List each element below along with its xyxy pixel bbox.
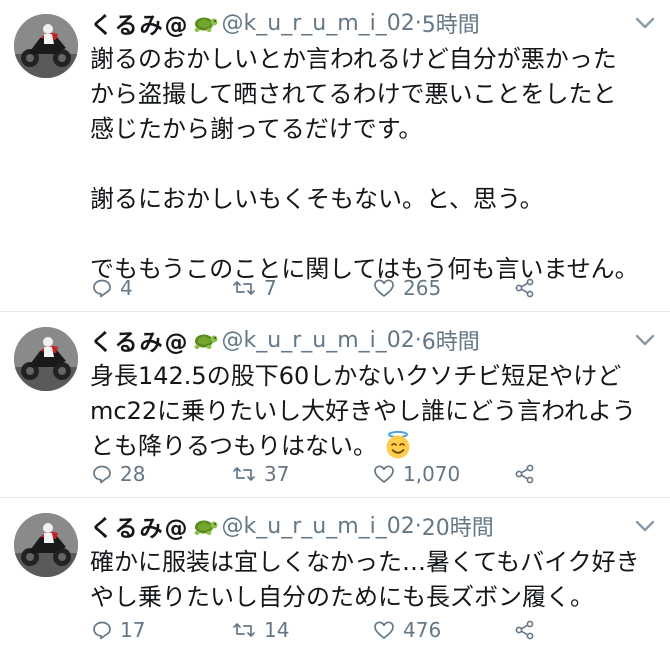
- reply-button[interactable]: 4: [92, 273, 133, 303]
- like-count: 1,070: [403, 462, 461, 486]
- retweet-count: 37: [264, 462, 290, 486]
- like-button[interactable]: 1,070: [373, 459, 460, 489]
- tweet-header: くるみ@ @k_u_r_u_m_i_02 · 5時間: [90, 6, 480, 40]
- tweet-header: くるみ@ @k_u_r_u_m_i_02 · 6時間: [90, 323, 480, 357]
- chevron-down-icon[interactable]: [634, 519, 656, 533]
- heart-icon: [374, 465, 394, 483]
- reply-button[interactable]: 17: [92, 615, 145, 645]
- display-name[interactable]: くるみ@: [90, 323, 190, 357]
- tweet-actions: 17 14 476: [90, 615, 650, 645]
- timestamp[interactable]: 5時間: [422, 7, 480, 39]
- separator-dot: ·: [414, 513, 422, 539]
- retweet-count: 14: [264, 618, 290, 642]
- avatar[interactable]: [14, 14, 78, 78]
- avatar[interactable]: [14, 327, 78, 391]
- reply-icon: [93, 465, 111, 484]
- user-handle[interactable]: @k_u_r_u_m_i_02: [222, 514, 415, 539]
- tweet-line: 確かに服装は宜しくなかった…暑くてもバイク好き: [90, 548, 640, 576]
- chevron-down-icon[interactable]: [634, 333, 656, 347]
- reply-button[interactable]: 28: [92, 459, 145, 489]
- tweet-line: mc22に乗りたいし大好きやし誰にどう言われよう: [90, 397, 636, 425]
- like-button[interactable]: 265: [373, 273, 441, 303]
- tweet-line: [90, 147, 660, 182]
- tweet-line: から盗撮して晒されてるわけで悪いことをしたと: [90, 80, 617, 108]
- retweet-icon: [233, 623, 255, 637]
- tweet-header: くるみ@ @k_u_r_u_m_i_02 · 20時間: [90, 509, 494, 543]
- reply-count: 4: [120, 276, 133, 300]
- tweet-line: とも降りるつもりはない。: [90, 432, 378, 460]
- share-icon: [515, 620, 534, 640]
- reply-icon: [93, 621, 111, 640]
- reply-count: 17: [120, 618, 146, 642]
- tweet-actions: 4 7 265: [90, 273, 650, 303]
- like-count: 476: [403, 618, 442, 642]
- turtle-icon: [192, 516, 218, 536]
- retweet-button[interactable]: 14: [232, 615, 289, 645]
- heart-icon: [374, 621, 394, 639]
- share-button[interactable]: [514, 615, 544, 645]
- tweet-line: 謝るのおかしいとか言われるけど自分が悪かった: [90, 45, 617, 73]
- retweet-button[interactable]: 37: [232, 459, 289, 489]
- tweet-text: 確かに服装は宜しくなかった…暑くてもバイク好き やし乗りたいし自分のためにも長ズ…: [90, 545, 660, 615]
- chevron-down-icon[interactable]: [634, 16, 656, 30]
- reply-icon: [93, 279, 111, 298]
- retweet-icon: [233, 467, 255, 481]
- share-button[interactable]: [514, 459, 544, 489]
- reply-count: 28: [120, 462, 146, 486]
- tweet-actions: 28 37 1,070: [90, 459, 650, 489]
- retweet-button[interactable]: 7: [232, 273, 277, 303]
- like-count: 265: [403, 276, 442, 300]
- tweet-line: やし乗りたいし自分のためにも長ズボン履く。: [90, 583, 594, 611]
- tweet-line: 謝るにおかしいもくそもない。と、思う。: [90, 185, 544, 213]
- tweet[interactable]: くるみ@ @k_u_r_u_m_i_02 · 5時間 謝るのおかしいとか言われる…: [0, 0, 670, 312]
- user-handle[interactable]: @k_u_r_u_m_i_02: [222, 328, 415, 353]
- heart-icon: [374, 279, 394, 297]
- tweet[interactable]: くるみ@ @k_u_r_u_m_i_02 · 6時間 身長142.5の股下60し…: [0, 311, 670, 498]
- tweet[interactable]: くるみ@ @k_u_r_u_m_i_02 · 20時間 確かに服装は宜しくなかっ…: [0, 497, 670, 652]
- like-button[interactable]: 476: [373, 615, 441, 645]
- share-button[interactable]: [514, 273, 544, 303]
- share-icon: [515, 464, 534, 484]
- separator-dot: ·: [414, 10, 422, 36]
- display-name[interactable]: くるみ@: [90, 6, 190, 40]
- retweet-icon: [233, 281, 255, 295]
- avatar[interactable]: [14, 513, 78, 577]
- tweet-text: 謝るのおかしいとか言われるけど自分が悪かった から盗撮して晒されてるわけで悪いこ…: [90, 42, 660, 287]
- user-handle[interactable]: @k_u_r_u_m_i_02: [222, 11, 415, 36]
- tweet-text: 身長142.5の股下60しかないクソチビ短足やけど mc22に乗りたいし大好きや…: [90, 359, 660, 464]
- separator-dot: ·: [414, 327, 422, 353]
- timestamp[interactable]: 20時間: [422, 510, 494, 542]
- turtle-icon: [192, 330, 218, 350]
- timestamp[interactable]: 6時間: [422, 324, 480, 356]
- turtle-icon: [192, 13, 218, 33]
- tweet-line: 身長142.5の股下60しかないクソチビ短足やけど: [90, 362, 622, 390]
- tweet-line: 感じたから謝ってるだけです。: [90, 115, 423, 143]
- smiling-face-with-halo-icon: [386, 430, 410, 459]
- share-icon: [515, 278, 534, 298]
- tweet-line: [90, 217, 660, 252]
- display-name[interactable]: くるみ@: [90, 509, 190, 543]
- retweet-count: 7: [264, 276, 277, 300]
